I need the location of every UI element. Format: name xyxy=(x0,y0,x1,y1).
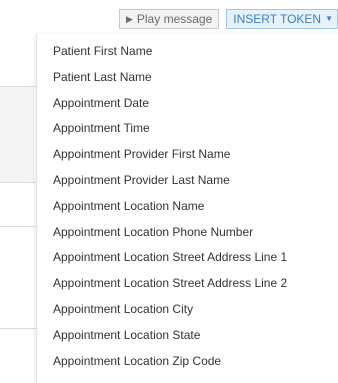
caret-down-icon: ▼ xyxy=(325,14,333,23)
menu-item-appointment-time[interactable]: Appointment Time xyxy=(37,116,338,142)
play-message-button[interactable]: ▶ Play message xyxy=(118,9,220,29)
menu-item-location-address-1[interactable]: Appointment Location Street Address Line… xyxy=(37,245,338,271)
background-divider xyxy=(0,226,40,227)
menu-item-patient-first-name[interactable]: Patient First Name xyxy=(37,39,338,65)
menu-item-location-zip[interactable]: Appointment Location Zip Code xyxy=(37,349,338,375)
background-divider xyxy=(0,182,40,183)
menu-item-patient-last-name[interactable]: Patient Last Name xyxy=(37,65,338,91)
token-dropdown-menu: Patient First Name Patient Last Name App… xyxy=(36,34,338,383)
menu-item-location-name[interactable]: Appointment Location Name xyxy=(37,194,338,220)
menu-item-location-phone[interactable]: Appointment Location Phone Number xyxy=(37,220,338,246)
menu-item-provider-first-name[interactable]: Appointment Provider First Name xyxy=(37,142,338,168)
editor-area: ▶ Play message INSERT TOKEN ▼ Patient Fi… xyxy=(0,0,338,383)
menu-item-appointment-date[interactable]: Appointment Date xyxy=(37,91,338,117)
play-icon: ▶ xyxy=(125,13,133,24)
play-message-label: Play message xyxy=(136,12,213,26)
menu-item-provider-last-name[interactable]: Appointment Provider Last Name xyxy=(37,168,338,194)
background-panel xyxy=(0,86,34,182)
menu-item-location-address-2[interactable]: Appointment Location Street Address Line… xyxy=(37,271,338,297)
message-toolbar: ▶ Play message INSERT TOKEN ▼ xyxy=(118,8,338,30)
insert-token-label: INSERT TOKEN xyxy=(233,12,322,26)
background-divider xyxy=(0,86,40,87)
menu-item-location-state[interactable]: Appointment Location State xyxy=(37,323,338,349)
menu-item-location-city[interactable]: Appointment Location City xyxy=(37,297,338,323)
insert-token-button[interactable]: INSERT TOKEN ▼ xyxy=(226,9,338,29)
background-divider xyxy=(0,328,40,329)
